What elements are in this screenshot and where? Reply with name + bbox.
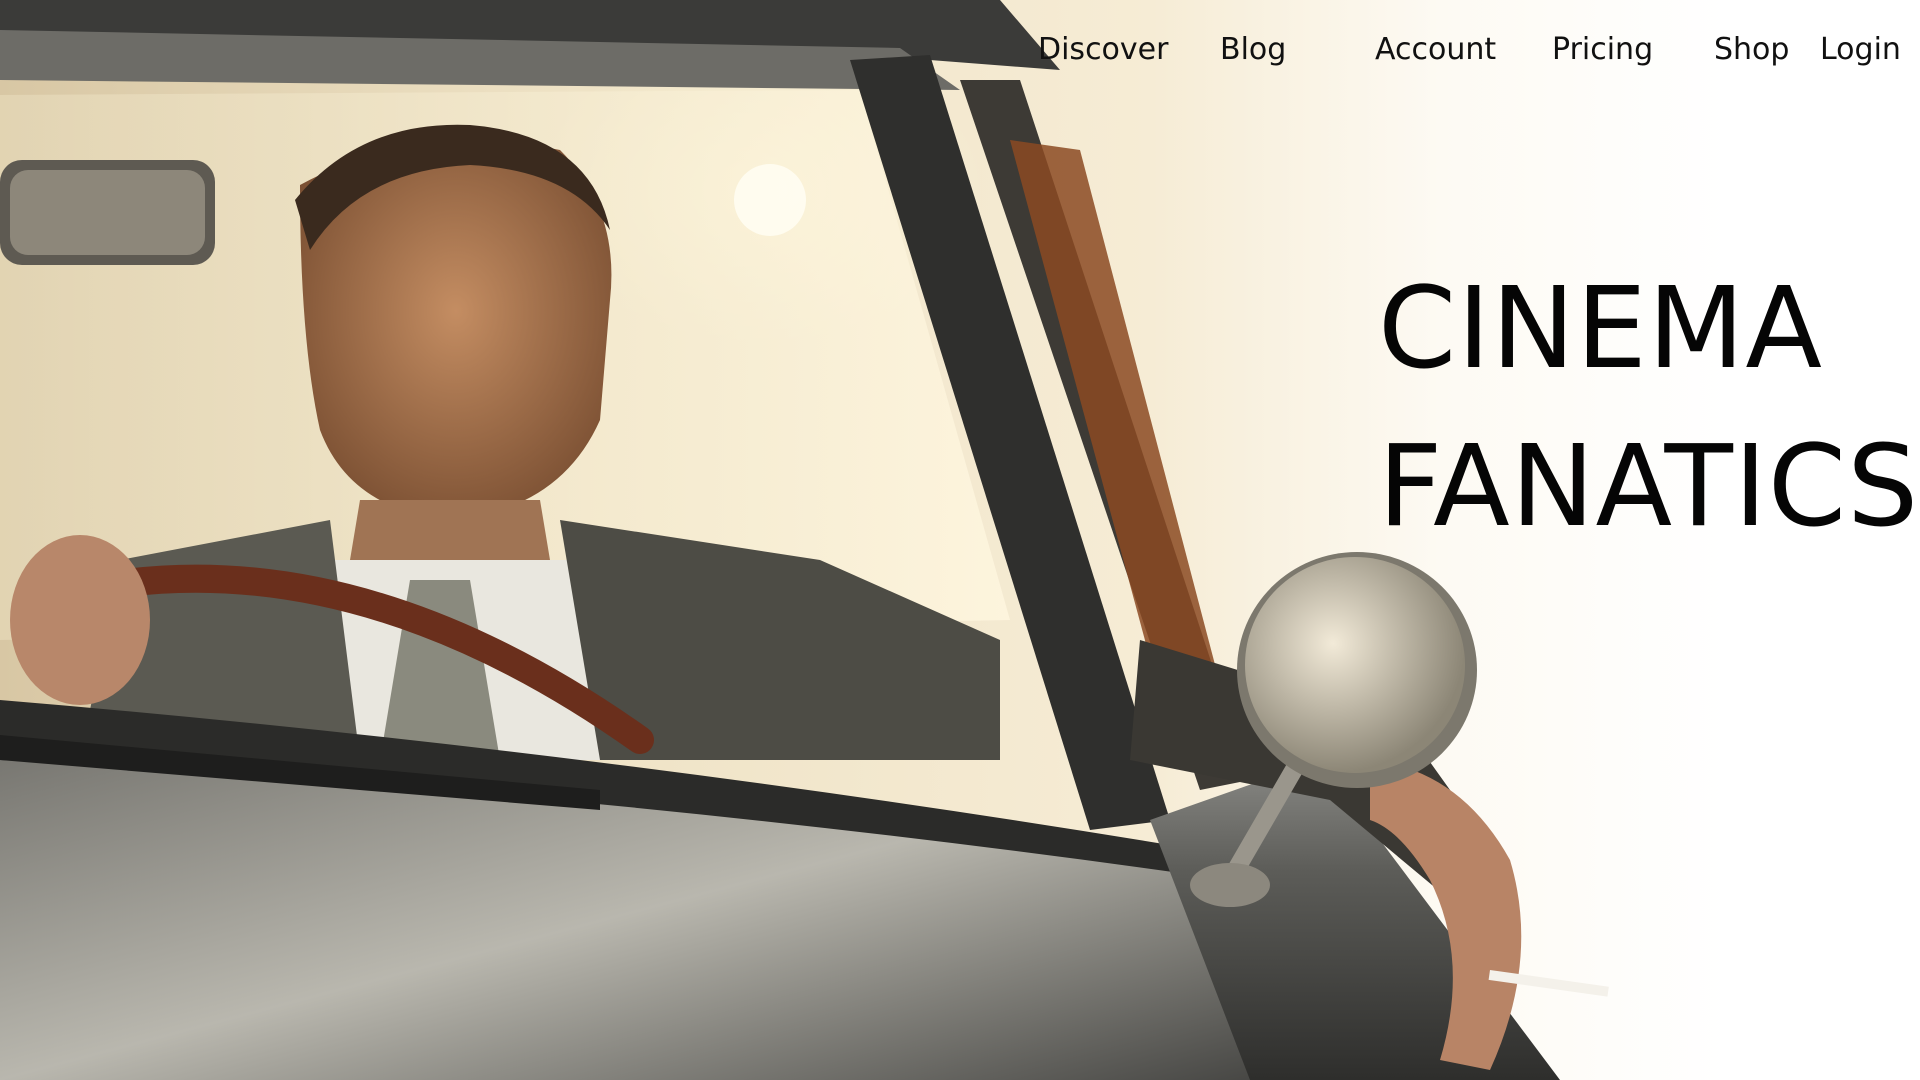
- nav-pricing-link[interactable]: Pricing: [1552, 28, 1653, 72]
- nav-shop-link[interactable]: Shop: [1714, 28, 1789, 72]
- hero-title-line-1: CINEMA: [1378, 264, 1824, 394]
- hero-title: CINEMA FANATICS: [1378, 250, 1920, 566]
- hero-title-line-2: FANATICS: [1378, 422, 1920, 552]
- main-navigation: Discover Blog Account Pricing Shop Login: [1030, 28, 1901, 72]
- nav-account-link[interactable]: Account: [1375, 28, 1496, 72]
- landing-page: Discover Blog Account Pricing Shop Login…: [0, 0, 1920, 1080]
- nav-discover-link[interactable]: Discover: [1038, 28, 1168, 72]
- nav-login-link[interactable]: Login: [1820, 28, 1901, 72]
- nav-blog-link[interactable]: Blog: [1220, 28, 1286, 72]
